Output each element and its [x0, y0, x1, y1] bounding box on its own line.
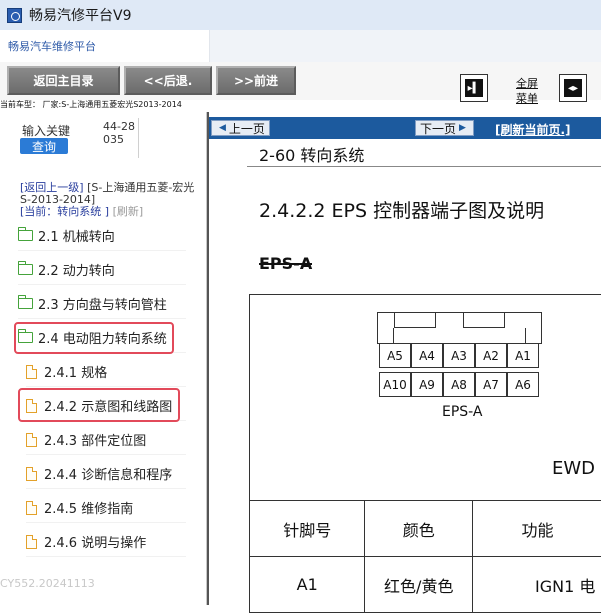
connector-diagram: A5 A4 A3 A2 A1 A10 A9 A8 A7 A6	[377, 312, 542, 400]
pin-table: 针脚号 颜色 功能 A1 红色/黄色 IGN1 电	[249, 500, 601, 613]
collapse-icon: ▸▍	[465, 79, 483, 97]
highlight-frame	[14, 322, 174, 354]
document-icon	[26, 433, 37, 447]
pin-a9: A9	[411, 372, 443, 397]
pin-a2: A2	[475, 343, 507, 368]
table-cell: A1	[250, 557, 365, 613]
document-icon	[26, 467, 37, 481]
version-watermark: CY552.20241113	[0, 577, 95, 590]
keyword-input[interactable]: 44-28035	[103, 120, 137, 146]
tree-item-steering-column[interactable]: 2.3 方向盘与转向管柱	[18, 289, 186, 319]
pin-a6: A6	[507, 372, 539, 397]
folder-icon	[18, 230, 33, 241]
document-icon	[26, 535, 37, 549]
pin-a5: A5	[379, 343, 411, 368]
tree-item-label: 2.4.1 规格	[44, 362, 107, 381]
tree-item-label: 2.4.5 维修指南	[44, 498, 133, 517]
breadcrumb: [返回上一级] [S-上海通用五菱-宏光S-2013-2014] [当前：转向系…	[20, 182, 200, 218]
app-icon	[7, 8, 22, 23]
refresh-link[interactable]: [刷新]	[113, 205, 144, 218]
pin-a4: A4	[411, 343, 443, 368]
menu-label[interactable]: 菜单	[507, 91, 547, 106]
document-icon	[26, 365, 37, 379]
tree-item-label: 2.4.4 诊断信息和程序	[44, 464, 172, 483]
fullscreen-label[interactable]: 全屏	[507, 76, 547, 91]
page-heading: 2.4.2.2 EPS 控制器端子图及说明	[259, 196, 544, 223]
collapse-menu-button[interactable]: ▸▍	[460, 74, 488, 102]
column-header: 功能	[473, 501, 601, 557]
fullscreen-menu-link[interactable]: 全屏 菜单	[507, 76, 547, 106]
tree-item-label: 2.1 机械转向	[38, 226, 115, 245]
connector-caption: EPS-A	[442, 404, 483, 420]
table-cell: 红色/黄色	[365, 557, 473, 613]
query-button[interactable]: 查询	[20, 138, 68, 154]
connector-housing	[377, 312, 542, 344]
current-vehicle-info: 当前车型： 厂家:S-上海通用五菱宏光S2013-2014	[0, 99, 300, 111]
sidebar: 输入关键 44-28035 查询 [返回上一级] [S-上海通用五菱-宏光S-2…	[0, 112, 207, 605]
pin-a3: A3	[443, 343, 475, 368]
document-nav-bar: ◀ 上一页 下一页 ▶ [刷新当前页.]	[209, 117, 601, 139]
highlight-frame	[18, 388, 180, 422]
keyword-value: 44-28035	[103, 120, 135, 146]
header-rule	[247, 166, 601, 167]
folder-icon	[18, 264, 33, 275]
tab-main-platform[interactable]: 畅易汽车维修平台	[0, 30, 210, 62]
table-cell: IGN1 电	[473, 557, 601, 613]
title-bar: 畅易汽修平台V9	[0, 0, 601, 30]
document-viewer: ◀ 上一页 下一页 ▶ [刷新当前页.] 2-60 转向系统 2.4.2.2 E…	[207, 112, 601, 605]
tree-item-description[interactable]: 2.4.6 说明与操作	[26, 527, 186, 557]
tree-item-label: 2.2 动力转向	[38, 260, 115, 279]
connector-title: EPS-A	[259, 254, 312, 273]
expand-icon: ◂▸	[564, 79, 582, 97]
section-header: 2-60 转向系统	[259, 142, 364, 166]
pin-a7: A7	[475, 372, 507, 397]
expand-menu-button[interactable]: ◂▸	[559, 74, 587, 102]
tree-item-diagnostics[interactable]: 2.4.4 诊断信息和程序	[26, 459, 186, 489]
table-header-row: 针脚号 颜色 功能	[250, 501, 601, 557]
tree-item-power-steering[interactable]: 2.2 动力转向	[18, 255, 186, 285]
tree-item-label: 2.3 方向盘与转向管柱	[38, 294, 167, 313]
divider	[138, 118, 139, 158]
next-page-button[interactable]: 下一页 ▶	[415, 120, 474, 136]
prev-page-label: 上一页	[229, 120, 265, 137]
prev-page-button[interactable]: ◀ 上一页	[211, 120, 270, 136]
tree-item-repair-guide[interactable]: 2.4.5 维修指南	[26, 493, 186, 523]
pin-a10: A10	[379, 372, 411, 397]
arrow-right-icon: ▶	[459, 123, 466, 133]
keyword-label: 输入关键	[22, 122, 70, 139]
arrow-left-icon: ◀	[219, 123, 226, 133]
table-row: A1 红色/黄色 IGN1 电	[250, 557, 601, 613]
next-page-label: 下一页	[420, 120, 456, 137]
document-icon	[26, 501, 37, 515]
tree-item-specs[interactable]: 2.4.1 规格	[26, 357, 186, 387]
pin-a1: A1	[507, 343, 539, 368]
tree-item-mechanical-steering[interactable]: 2.1 机械转向	[18, 221, 186, 251]
refresh-page-link[interactable]: [刷新当前页.]	[495, 121, 571, 138]
current-section: [当前：转向系统 ]	[20, 205, 109, 218]
ewd-label: EWD	[552, 458, 595, 479]
window-title: 畅易汽修平台V9	[29, 5, 131, 25]
column-header: 颜色	[365, 501, 473, 557]
pin-a8: A8	[443, 372, 475, 397]
tree-item-component-locator[interactable]: 2.4.3 部件定位图	[26, 425, 186, 455]
tree-item-label: 2.4.3 部件定位图	[44, 430, 146, 449]
home-button[interactable]: 返回主目录	[7, 66, 120, 95]
tab-bar: 畅易汽车维修平台	[0, 30, 601, 62]
folder-icon	[18, 298, 33, 309]
forward-button[interactable]: >>前进	[216, 66, 296, 95]
column-header: 针脚号	[250, 501, 365, 557]
tree-item-label: 2.4.6 说明与操作	[44, 532, 146, 551]
back-button[interactable]: <<后退.	[124, 66, 212, 95]
